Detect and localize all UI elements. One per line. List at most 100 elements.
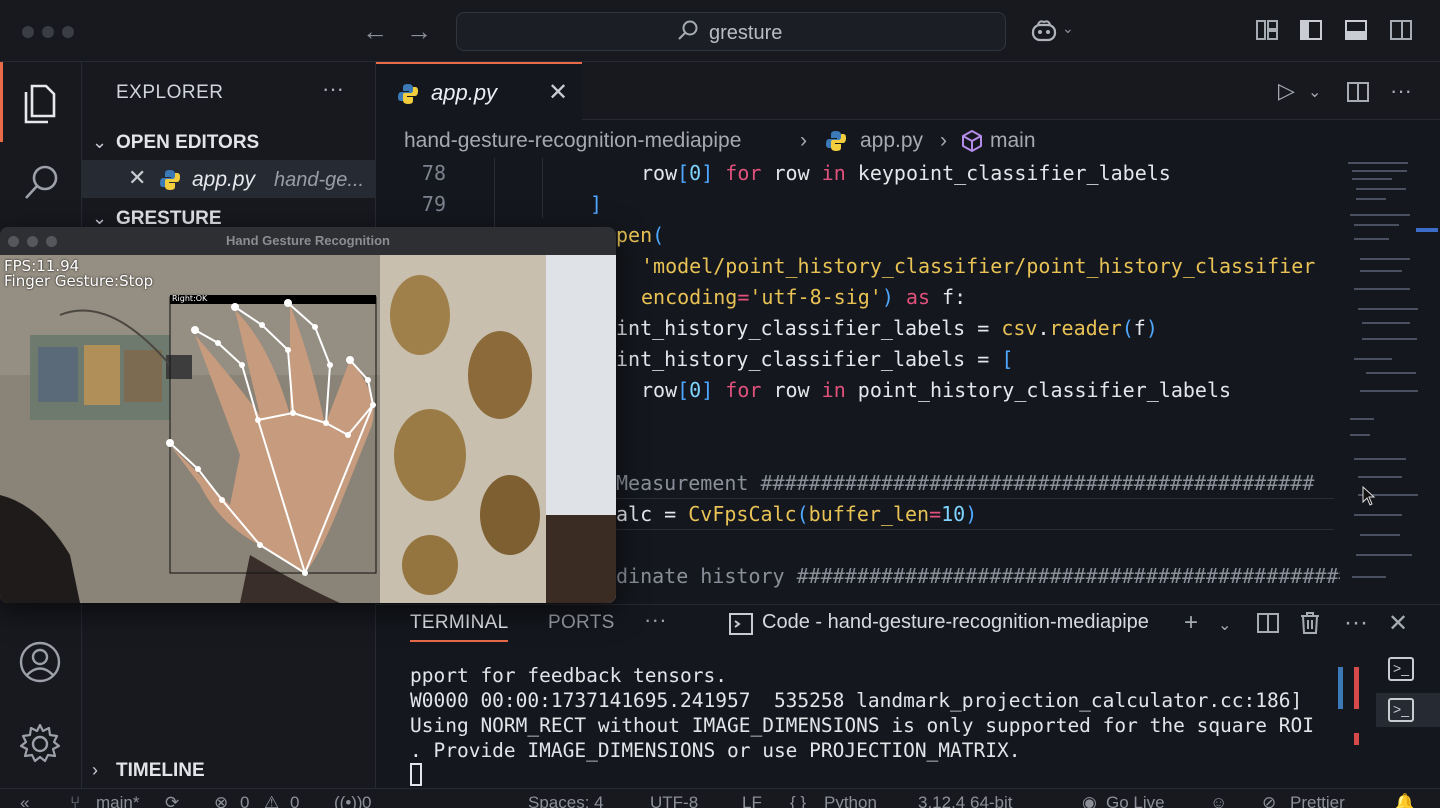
window-zoom-dot[interactable] [62, 26, 74, 38]
encoding[interactable]: UTF-8 [650, 793, 698, 808]
notifications-bell-icon[interactable]: 🔔 [1394, 793, 1415, 808]
panel-overflow-icon[interactable]: ··· [1344, 609, 1368, 637]
code-line: ] [590, 192, 603, 216]
hand-gesture-window[interactable]: Hand Gesture Recognition FPS:11.94 Finge… [0, 227, 616, 603]
indentation[interactable]: Spaces: 4 [528, 793, 604, 808]
back-arrow-icon[interactable]: ← [362, 16, 388, 47]
python-file-icon [398, 84, 418, 104]
minimap-line [1354, 514, 1402, 516]
open-editors-section[interactable]: ⌄ OPEN EDITORS [82, 126, 376, 158]
prettier-status[interactable]: Prettier [1290, 793, 1345, 808]
code-line: int_history_classifier_labels = [ [616, 347, 1014, 371]
timeline-section[interactable]: › TIMELINE [82, 754, 376, 786]
minimap-line [1362, 338, 1417, 340]
split-editor-icon[interactable] [1346, 80, 1370, 104]
ports-count[interactable]: 0 [362, 793, 371, 808]
terminal-instance-icon[interactable]: >_ [1388, 698, 1414, 722]
explorer-more-actions-icon[interactable]: ··· [322, 76, 344, 102]
terminal-name[interactable]: Code - hand-gesture-recognition-mediapip… [762, 611, 1149, 634]
run-options-chevron-icon[interactable]: ⌄ [1308, 82, 1321, 102]
panel-more-icon[interactable]: ··· [644, 607, 667, 633]
minimap-line [1352, 576, 1386, 578]
tab-app-py[interactable]: app.py ✕ [376, 62, 582, 120]
remote-icon[interactable]: « [20, 793, 29, 808]
terminal-icon [729, 613, 753, 635]
breadcrumb-separator: › [940, 129, 947, 152]
ports-icon: ((•)) [334, 793, 363, 808]
terminal-scroll-marker [1354, 667, 1359, 709]
minimap-scroll-indicator [1416, 228, 1438, 232]
tab-close-icon[interactable]: ✕ [548, 78, 568, 107]
minimap[interactable] [1340, 158, 1440, 604]
code-line: alc = CvFpsCalc(buffer_len=10) [616, 502, 978, 526]
tab-terminal[interactable]: TERMINAL [410, 612, 509, 642]
copilot-icon[interactable] [1030, 17, 1058, 45]
minimap-line [1350, 434, 1370, 436]
minimap-line [1352, 178, 1392, 180]
language-mode[interactable]: Python [824, 793, 877, 808]
explorer-title: EXPLORER [116, 82, 224, 103]
git-branch[interactable]: main* [96, 793, 139, 808]
python-interpreter[interactable]: 3.12.4 64-bit [918, 793, 1013, 808]
sync-icon[interactable]: ⟳ [165, 793, 179, 808]
command-center-search[interactable]: gresture [456, 12, 1006, 51]
minimap-line [1354, 224, 1399, 226]
explorer-files-icon[interactable] [20, 80, 60, 124]
customize-layout-icon[interactable] [1255, 18, 1279, 42]
finger-gesture-readout: Finger Gesture:Stop [4, 272, 154, 290]
tab-ports[interactable]: PORTS [548, 612, 615, 634]
warning-count[interactable]: 0 [290, 793, 299, 808]
terminal-line: W0000 00:00:1737141695.241957 535258 lan… [410, 689, 1303, 712]
code-line: int_history_classifier_labels = csv.read… [616, 316, 1158, 340]
breadcrumb-folder[interactable]: hand-gesture-recognition-mediapipe [404, 129, 741, 153]
terminal-line: pport for feedback tensors. [410, 664, 727, 687]
accounts-icon[interactable] [18, 640, 62, 684]
terminal-cursor [410, 763, 422, 786]
settings-gear-icon[interactable] [18, 722, 62, 766]
toggle-secondary-sidebar-icon[interactable] [1389, 18, 1413, 42]
toggle-panel-icon[interactable] [1344, 18, 1368, 42]
webcam-feed [0, 255, 616, 603]
minimap-line [1354, 358, 1392, 360]
code-line: Measurement ############################… [616, 471, 1315, 495]
kill-terminal-trash-icon[interactable] [1298, 610, 1322, 636]
copilot-chevron-down-icon[interactable]: ⌄ [1062, 20, 1074, 37]
new-terminal-chevron-icon[interactable]: ⌄ [1218, 615, 1231, 635]
window-close-dot[interactable] [22, 26, 34, 38]
toggle-sidebar-icon[interactable] [1299, 18, 1323, 42]
minimap-line [1354, 458, 1406, 460]
close-editor-icon[interactable]: ✕ [128, 165, 146, 191]
prettier-check-icon: ⊘ [1262, 793, 1277, 808]
minimap-line [1356, 198, 1386, 200]
code-line: pen( [616, 223, 665, 247]
search-view-icon[interactable] [22, 162, 62, 202]
breadcrumb-symbol[interactable]: main [990, 129, 1036, 153]
code-line: row[0] for row in keypoint_classifier_la… [641, 161, 1171, 185]
terminal-instance-icon[interactable]: >_ [1388, 657, 1414, 681]
mouse-pointer-icon [1362, 486, 1376, 506]
forward-arrow-icon[interactable]: → [406, 16, 432, 47]
copilot-status-icon[interactable]: ☺ [1210, 793, 1227, 808]
hand-gesture-window-title: Hand Gesture Recognition [226, 233, 390, 248]
split-terminal-icon[interactable] [1256, 611, 1280, 635]
open-editor-item[interactable]: ✕ app.py hand-ge... [82, 160, 376, 198]
hand-gesture-window-titlebar[interactable]: Hand Gesture Recognition [0, 227, 616, 255]
close-panel-icon[interactable]: ✕ [1388, 609, 1408, 638]
window-minimize-dot[interactable] [42, 26, 54, 38]
error-count[interactable]: 0 [240, 793, 249, 808]
breadcrumb-file[interactable]: app.py [860, 129, 923, 153]
search-text: gresture [709, 22, 783, 44]
breadcrumb-separator: › [800, 129, 807, 152]
breadcrumb: hand-gesture-recognition-mediapipe › app… [376, 120, 1340, 160]
minimap-line [1358, 476, 1402, 478]
run-python-file-icon[interactable]: ▷ [1278, 78, 1295, 104]
minimap-line [1356, 188, 1406, 190]
new-terminal-plus-icon[interactable]: + [1184, 609, 1198, 637]
terminal-output[interactable]: pport for feedback tensors. W0000 00:00:1… [410, 663, 1314, 763]
go-live[interactable]: Go Live [1106, 793, 1165, 808]
open-editor-filename: app.py [192, 168, 256, 191]
chevron-down-icon: ⌄ [92, 208, 108, 228]
symbol-method-icon [962, 130, 982, 152]
end-of-line[interactable]: LF [742, 793, 762, 808]
editor-more-actions-icon[interactable]: ··· [1390, 78, 1412, 104]
